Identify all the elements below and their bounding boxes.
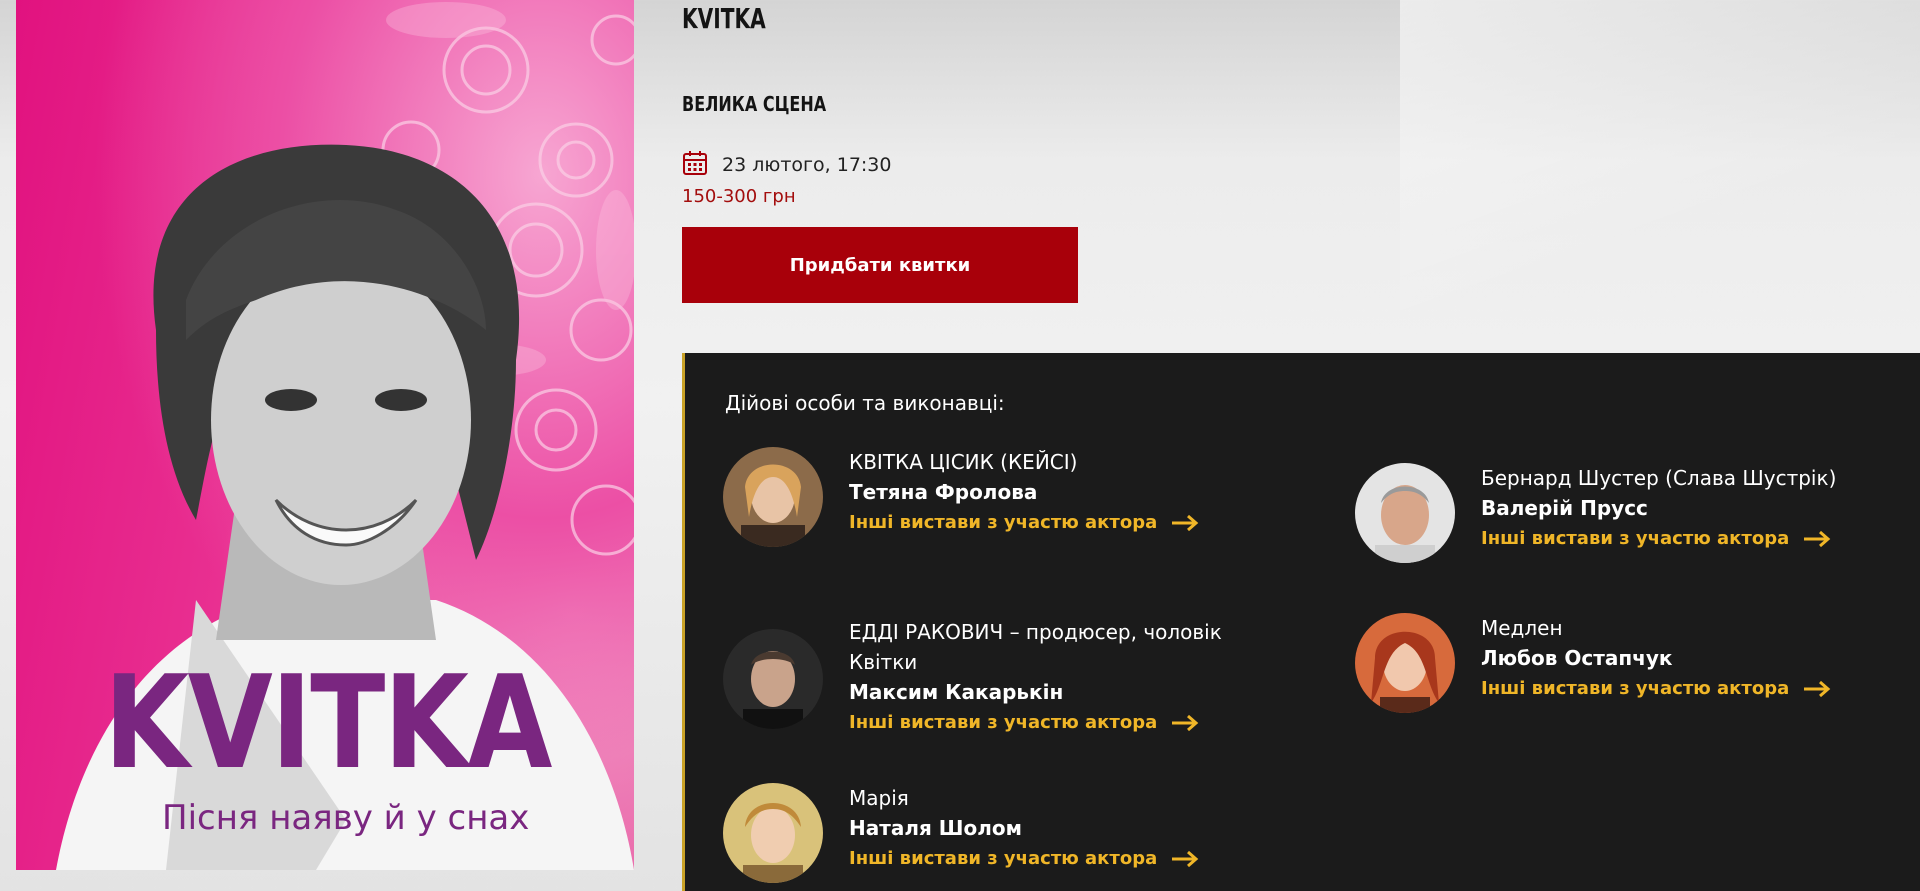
arrow-right-icon (1172, 850, 1199, 868)
arrow-right-icon (1172, 714, 1199, 732)
show-title: KVITKA (682, 2, 766, 35)
link-label: Інші вистави з участю актора (849, 512, 1158, 533)
actor-other-shows-link[interactable]: Інші вистави з участю актора (849, 843, 1199, 875)
actor-avatar[interactable] (723, 783, 823, 883)
show-date: 23 лютого, 17:30 (722, 154, 892, 176)
actor-avatar[interactable] (723, 629, 823, 729)
cast-role: Марія (849, 786, 909, 810)
arrow-right-icon (1804, 530, 1831, 548)
actor-other-shows-link[interactable]: Інші вистави з участю актора (1481, 523, 1831, 555)
poster-title: KVITKA (104, 649, 552, 798)
link-label: Інші вистави з участю актора (1481, 678, 1790, 699)
cast-role: ЕДДІ РАКОВИЧ – продюсер, чоловік Квітки (849, 620, 1222, 674)
cast-role: Бернард Шустер (Слава Шустрік) (1481, 466, 1837, 490)
ticket-price: 150-300 грн (682, 186, 796, 207)
actor-other-shows-link[interactable]: Інші вистави з участю актора (849, 507, 1199, 539)
cast-item: Бернард Шустер (Слава Шустрік) Валерій П… (1355, 463, 1920, 563)
actor-name: Тетяна Фролова (849, 480, 1038, 504)
cast-panel: Дійові особи та виконавці: КВІТКА ЦІСИК … (682, 353, 1920, 891)
show-date-row: 23 лютого, 17:30 (682, 150, 892, 180)
buy-tickets-button[interactable]: Придбати квитки (682, 227, 1078, 303)
cast-role: Медлен (1481, 616, 1563, 640)
arrow-right-icon (1804, 680, 1831, 698)
cast-item: КВІТКА ЦІСИК (КЕЙСІ) Тетяна Фролова Інші… (723, 447, 1289, 547)
actor-avatar[interactable] (1355, 613, 1455, 713)
cast-item: Марія Наталя Шолом Інші вистави з участю… (723, 783, 1289, 883)
show-poster: KVITKA Пісня наяву й у снах (16, 0, 634, 870)
link-label: Інші вистави з участю актора (849, 712, 1158, 733)
cast-item: Медлен Любов Остапчук Інші вистави з уча… (1355, 613, 1920, 713)
cast-item: ЕДДІ РАКОВИЧ – продюсер, чоловік Квітки … (723, 617, 1289, 739)
poster-subtitle: Пісня наяву й у снах (162, 798, 530, 838)
actor-name: Любов Остапчук (1481, 646, 1673, 670)
calendar-icon (682, 150, 708, 180)
actor-avatar[interactable] (1355, 463, 1455, 563)
actor-name: Максим Какарькін (849, 680, 1064, 704)
cast-heading: Дійові особи та виконавці: (725, 391, 1005, 415)
link-label: Інші вистави з участю актора (1481, 528, 1790, 549)
actor-name: Наталя Шолом (849, 816, 1022, 840)
link-label: Інші вистави з участю актора (849, 848, 1158, 869)
background-highlight (1400, 0, 1920, 360)
actor-other-shows-link[interactable]: Інші вистави з участю актора (1481, 673, 1831, 705)
cast-role: КВІТКА ЦІСИК (КЕЙСІ) (849, 450, 1078, 474)
actor-avatar[interactable] (723, 447, 823, 547)
actor-other-shows-link[interactable]: Інші вистави з участю актора (849, 707, 1199, 739)
stage-name: ВЕЛИКА СЦЕНА (682, 92, 827, 116)
arrow-right-icon (1172, 514, 1199, 532)
actor-name: Валерій Прусс (1481, 496, 1648, 520)
